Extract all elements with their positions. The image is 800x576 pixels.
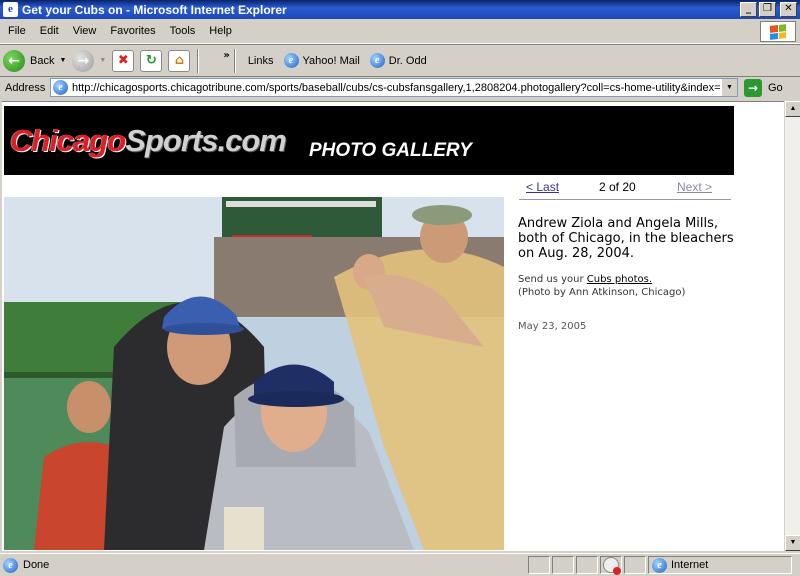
scroll-up-icon[interactable]: ▲ [785,101,800,117]
maximize-button[interactable]: ❐ [759,2,776,17]
link-yahoo-mail-label: Yahoo! Mail [302,54,360,67]
standard-toolbar: ← Back ▼ → ▼ ✖ ↻ ⌂ » Links e Yahoo! Mail… [0,44,800,77]
page-status-icon: e [3,557,18,573]
logo-gray-text: Sports.com [125,123,287,158]
chicagosports-logo[interactable]: ChicagoSports.com [10,123,287,159]
menu-favorites[interactable]: Favorites [103,25,162,37]
toolbar-separator [197,48,200,73]
title-bar[interactable]: e Get your Cubs on - Microsoft Internet … [0,0,800,19]
go-button[interactable]: → Go [744,79,783,97]
status-pane [528,556,550,574]
send-prefix: Send us your [518,274,587,285]
vertical-scrollbar[interactable]: ▲ ▼ [784,101,800,551]
privacy-pane[interactable] [600,556,622,575]
stop-icon: ✖ [112,49,135,72]
cubs-photos-link[interactable]: Cubs photos. [587,274,652,285]
back-button[interactable]: ← Back ▼ [0,47,69,75]
links-label[interactable]: Links [248,55,274,67]
back-arrow-icon: ← [3,49,25,72]
status-text: Done [23,559,50,571]
security-zone[interactable]: e Internet [648,556,792,574]
home-button[interactable]: ⌂ [165,47,193,75]
internet-zone-icon: e [652,557,667,573]
status-pane [552,556,574,574]
logo-red-text: Chicago [10,123,126,158]
gallery-photo [4,197,504,550]
link-yahoo-mail[interactable]: e Yahoo! Mail [283,53,360,68]
status-pane [624,556,646,574]
go-arrow-icon: → [744,79,762,97]
menu-view[interactable]: View [66,25,104,37]
menu-help[interactable]: Help [202,25,239,37]
address-dropdown-icon[interactable]: ▼ [721,79,737,96]
page-viewport[interactable]: ChicagoSports.com PHOTO GALLERY < Last 2… [2,101,784,551]
menu-bar: File Edit View Favorites Tools Help [0,19,800,44]
status-bar: e Done e Internet [0,553,800,576]
zone-label: Internet [671,559,709,571]
toolbar-overflow-chevron-icon[interactable]: » [223,50,229,61]
forward-button[interactable]: → ▼ [69,47,109,75]
address-label: Address [5,82,46,94]
menu-file[interactable]: File [0,25,33,37]
refresh-icon: ↻ [140,49,163,72]
page-icon: e [53,80,68,95]
site-header-banner: ChicagoSports.com PHOTO GALLERY [4,106,734,175]
address-input[interactable] [72,79,722,96]
gallery-navigation: < Last 2 of 20 Next > [519,179,731,200]
ie-page-icon: e [369,53,385,68]
submit-photos-note: Send us your Cubs photos. (Photo by Ann … [518,273,738,299]
link-dr-odd[interactable]: e Dr. Odd [369,53,427,68]
toolbar-separator [233,48,236,73]
close-button[interactable]: ✕ [780,2,797,17]
photo-gallery-title: PHOTO GALLERY [309,140,472,161]
window-title: Get your Cubs on - Microsoft Internet Ex… [22,2,287,17]
privacy-report-icon [603,557,621,575]
next-link[interactable]: Next > [677,180,712,194]
windows-logo-icon [760,21,796,42]
menu-edit[interactable]: Edit [33,25,66,37]
back-dropdown-icon[interactable]: ▼ [59,57,66,64]
refresh-button[interactable]: ↻ [137,47,165,75]
photo-counter: 2 of 20 [599,180,636,194]
go-label: Go [768,82,783,94]
menu-tools[interactable]: Tools [163,25,203,37]
status-pane [576,556,598,574]
address-bar: Address e ▼ → Go [0,77,800,99]
ie-app-icon[interactable]: e [3,2,18,17]
back-label: Back [30,54,55,67]
minimize-button[interactable]: _ [740,2,757,17]
address-box[interactable]: e ▼ [50,78,738,97]
forward-arrow-icon: → [72,49,95,72]
scroll-down-icon[interactable]: ▼ [785,535,800,551]
stop-button[interactable]: ✖ [109,47,137,75]
link-dr-odd-label: Dr. Odd [388,54,427,67]
home-icon: ⌂ [168,49,191,72]
ie-page-icon: e [283,53,299,68]
forward-dropdown-icon[interactable]: ▼ [99,57,106,64]
last-link[interactable]: < Last [526,180,559,194]
photo-credit: (Photo by Ann Atkinson, Chicago) [518,287,686,298]
photo-caption: Andrew Ziola and Angela Mills, both of C… [518,216,734,261]
publish-date: May 23, 2005 [518,321,587,332]
